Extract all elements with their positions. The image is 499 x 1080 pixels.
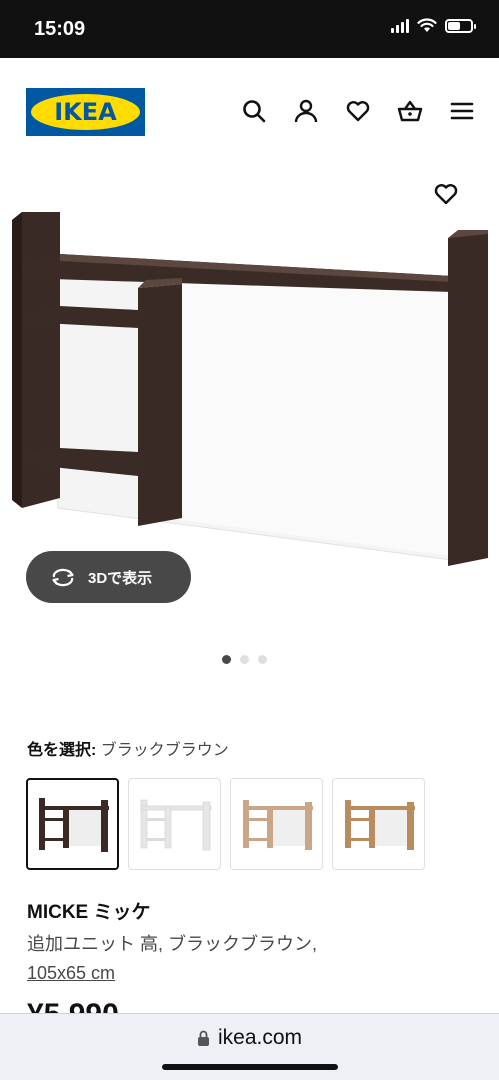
browser-url-bar[interactable]: ikea.com <box>0 1013 499 1080</box>
color-label-title: 色を選択: <box>27 742 97 759</box>
menu-icon[interactable] <box>449 98 475 124</box>
signal-icon <box>391 18 409 33</box>
battery-icon <box>445 18 476 33</box>
site-header: IKEA <box>0 58 499 168</box>
product-price: ¥5,990 <box>27 996 119 1014</box>
swatch-black-brown[interactable] <box>26 778 119 870</box>
status-time: 15:09 <box>34 18 86 40</box>
basket-icon[interactable] <box>397 98 423 124</box>
product-name: MICKE ミッケ <box>27 902 151 923</box>
color-swatches <box>26 778 425 870</box>
carousel-dot[interactable] <box>222 655 231 664</box>
swatch-oak[interactable] <box>332 778 425 870</box>
status-icons <box>391 18 476 33</box>
heart-icon[interactable] <box>345 98 371 124</box>
status-bar: 15:09 <box>0 0 499 58</box>
carousel-dot[interactable] <box>258 655 267 664</box>
color-select-label: 色を選択: ブラックブラウン <box>27 736 229 760</box>
product-size-link[interactable]: 105x65 cm <box>27 963 115 984</box>
view-3d-label: 3Dで表示 <box>88 569 153 587</box>
search-icon[interactable] <box>241 98 267 124</box>
view-3d-button[interactable]: 3Dで表示 <box>26 551 191 603</box>
color-label-value: ブラックブラウン <box>100 742 229 759</box>
swatch-white-oak[interactable] <box>230 778 323 870</box>
rotate-3d-icon <box>52 568 74 587</box>
wifi-icon <box>417 18 437 32</box>
user-icon[interactable] <box>293 98 319 124</box>
logo-text: IKEA <box>54 98 117 126</box>
favorite-heart-icon[interactable] <box>433 182 459 206</box>
lock-icon <box>197 1030 209 1046</box>
ikea-logo[interactable]: IKEA <box>26 88 145 136</box>
swatch-white[interactable] <box>128 778 221 870</box>
header-nav <box>241 98 475 124</box>
url-display[interactable]: ikea.com <box>0 1026 499 1050</box>
carousel-dot[interactable] <box>240 655 249 664</box>
carousel-indicator <box>222 655 267 664</box>
product-description: 追加ユニット 高, ブラックブラウン, <box>27 934 318 954</box>
url-text: ikea.com <box>217 1026 303 1049</box>
home-indicator[interactable] <box>162 1064 338 1070</box>
